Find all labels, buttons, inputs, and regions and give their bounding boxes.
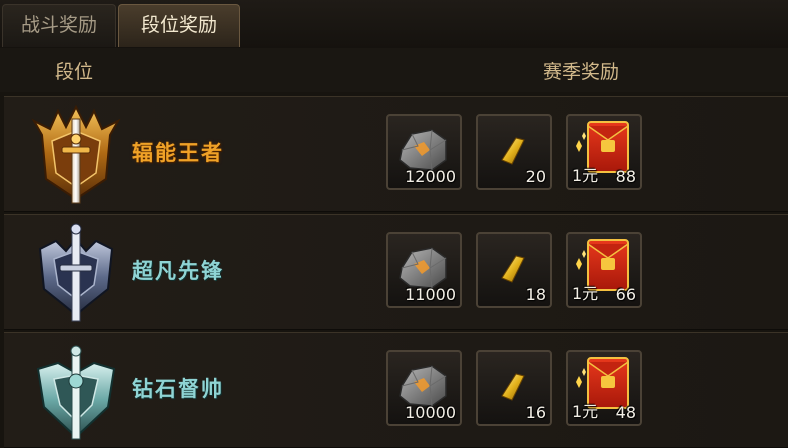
tier-name: 钻石督帅 <box>132 377 224 401</box>
tab-rank-reward[interactable]: 段位奖励 <box>118 4 240 47</box>
envelope-amount: 88 <box>615 167 636 186</box>
reward-red-envelope[interactable]: 1元 88 <box>566 114 642 190</box>
reward-gold-bar[interactable]: 16 <box>476 350 552 426</box>
gold-bar-count: 20 <box>525 167 546 186</box>
tier-row-2: 超凡先锋 11000 18 1元 66 <box>4 214 788 330</box>
reward-ore[interactable]: 10000 <box>386 350 462 426</box>
tier-name: 超凡先锋 <box>132 259 224 283</box>
header-season-reward: 赛季奖励 <box>543 61 620 83</box>
envelope-amount: 66 <box>615 285 636 304</box>
envelope-amount: 48 <box>615 403 636 422</box>
steel-sword-badge-icon <box>28 219 124 325</box>
gold-crowned-sword-badge-icon <box>28 101 124 207</box>
tier-row-3: 钻石督帅 10000 16 1元 48 <box>4 332 788 448</box>
reward-red-envelope[interactable]: 1元 48 <box>566 350 642 426</box>
reward-gold-bar[interactable]: 18 <box>476 232 552 308</box>
tab-battle-reward[interactable]: 战斗奖励 <box>2 4 116 47</box>
gold-bar-count: 16 <box>525 403 546 422</box>
header-rank: 段位 <box>55 61 94 83</box>
envelope-label: 1元 <box>572 284 599 303</box>
tab-bar: 战斗奖励 段位奖励 <box>0 0 788 49</box>
ore-count: 10000 <box>405 403 456 422</box>
reward-ore[interactable]: 11000 <box>386 232 462 308</box>
ore-count: 12000 <box>405 167 456 186</box>
gold-bar-count: 18 <box>525 285 546 304</box>
envelope-label: 1元 <box>572 402 599 421</box>
reward-gold-bar[interactable]: 20 <box>476 114 552 190</box>
ore-count: 11000 <box>405 285 456 304</box>
envelope-label: 1元 <box>572 166 599 185</box>
table-header: 段位 赛季奖励 <box>0 48 788 92</box>
reward-red-envelope[interactable]: 1元 66 <box>566 232 642 308</box>
tier-name: 辐能王者 <box>132 141 224 165</box>
reward-ore[interactable]: 12000 <box>386 114 462 190</box>
diamond-shield-badge-icon <box>28 337 124 443</box>
tier-row-1: 辐能王者 12000 20 1元 88 <box>4 96 788 212</box>
